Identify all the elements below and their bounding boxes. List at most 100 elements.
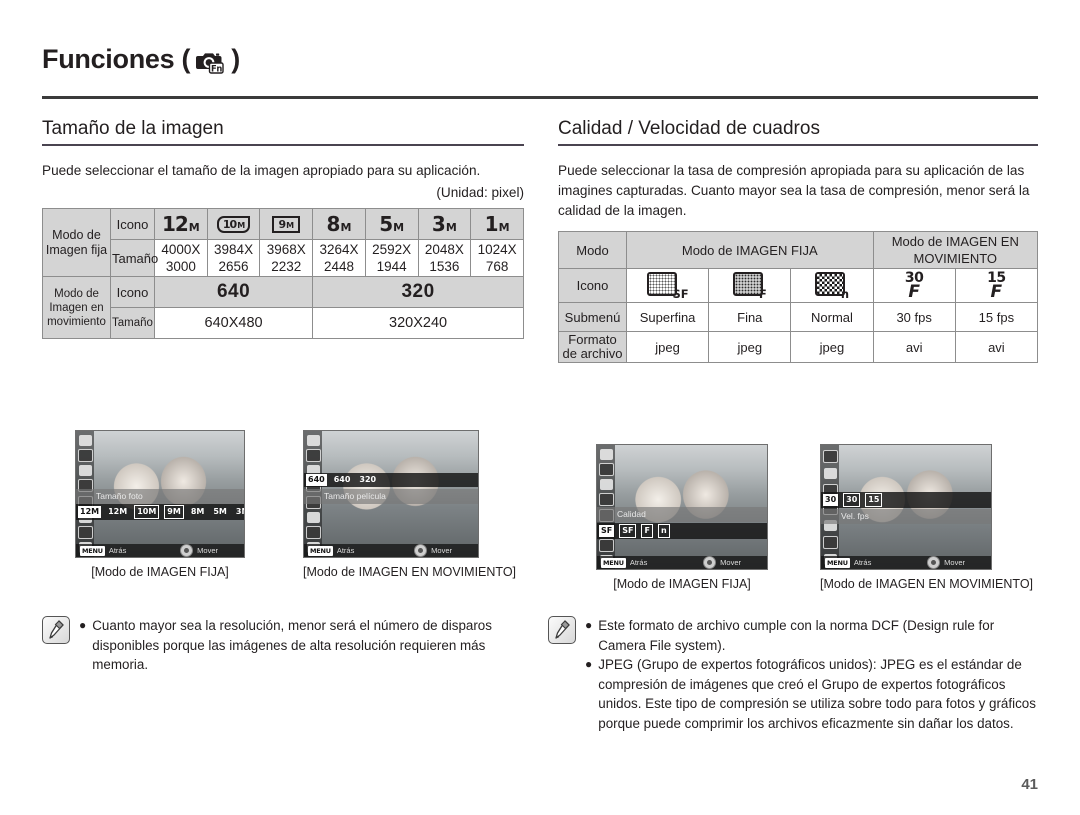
- lcd-preview-framerate: 30 30 15 Vel. fps MENU Atrás Mover: [820, 444, 992, 570]
- screenshot-framerate: 30 30 15 Vel. fps MENU Atrás Mover [Modo…: [820, 444, 1033, 591]
- menu-key-icon[interactable]: MENU: [601, 557, 626, 568]
- option-chip-9m[interactable]: 9M: [164, 505, 184, 519]
- option-chip-normal[interactable]: n: [657, 524, 670, 538]
- note-pencil-icon: [42, 616, 70, 644]
- dpad-icon[interactable]: [180, 544, 194, 557]
- bottom-hint-bar: MENU Atrás Mover: [304, 544, 478, 557]
- size-value-1m: 1024X 768: [470, 239, 524, 277]
- movie-icon-320: 320: [312, 276, 524, 308]
- file-format-normal: jpeg: [790, 331, 874, 363]
- option-chip-superfine[interactable]: SF: [619, 524, 637, 538]
- row-label-still-mode: Modo de Imagen fija: [42, 208, 111, 277]
- rail-icon-exposure: [598, 462, 614, 476]
- submenu-superfina: Superfina: [625, 302, 710, 332]
- menu-key-icon[interactable]: MENU: [80, 545, 105, 556]
- rail-icon-iso: [823, 467, 837, 479]
- page-number: 41: [1021, 776, 1038, 793]
- bullet-icon: ●: [585, 657, 593, 671]
- size-value-12m: 4000X 3000: [154, 239, 208, 277]
- table-row: Submenú Superfina Fina Normal 30 fps 15 …: [558, 302, 1039, 332]
- move-label: Mover: [431, 546, 452, 555]
- dpad-icon[interactable]: [414, 544, 428, 557]
- row-label-movie-mode: Modo de Imagen en movimiento: [42, 276, 111, 339]
- option-chip-12m-selected[interactable]: 12M: [78, 506, 102, 518]
- note-text: JPEG (Grupo de expertos fotográficos uni…: [598, 657, 1036, 731]
- option-strip: 30 30 15: [821, 492, 991, 508]
- movie-size-640: 640X480: [153, 307, 314, 339]
- caption-still-mode: [Modo de IMAGEN FIJA]: [613, 577, 751, 591]
- option-chip-640[interactable]: 640: [332, 474, 353, 486]
- quality-framerate-table: Modo Modo de IMAGEN FIJA Modo de IMAGEN …: [558, 231, 1039, 363]
- row-label-size: Tamaño: [110, 239, 158, 277]
- rail-icon-iso: [78, 465, 92, 477]
- framerate-icon-15fps: 15 F: [954, 268, 1039, 303]
- menu-title-bar: Tamaño foto: [76, 489, 244, 504]
- bottom-hint-bar: MENU Atrás Mover: [76, 544, 244, 557]
- option-chip-640-selected[interactable]: 640: [306, 474, 327, 486]
- option-chip-10m[interactable]: 10M: [134, 505, 160, 519]
- quality-icon-superfine: SF: [625, 268, 710, 303]
- submenu-15fps: 15 fps: [954, 302, 1039, 332]
- note-text: Cuanto mayor sea la resolución, menor se…: [92, 618, 492, 672]
- note-item: ● Cuanto mayor sea la resolución, menor …: [79, 616, 512, 675]
- option-chip-12m[interactable]: 12M: [106, 506, 129, 518]
- submenu-30fps: 30 fps: [872, 302, 956, 332]
- right-section-rule: [558, 144, 1038, 146]
- row-label-file-format: Formato de archivo: [558, 331, 627, 363]
- size-value-8m: 3264X 2448: [312, 239, 366, 277]
- svg-text:Fn: Fn: [211, 63, 222, 73]
- menu-key-icon[interactable]: MENU: [825, 557, 850, 568]
- option-strip: SF SF F n: [597, 523, 767, 539]
- file-format-30fps: avi: [872, 331, 956, 363]
- option-chip-30fps-selected[interactable]: 30: [823, 494, 839, 506]
- group-header-movie: Modo de IMAGEN EN MOVIMIENTO: [872, 231, 1039, 269]
- row-label-size-movie: Tamaño: [110, 307, 155, 339]
- header-rule: [42, 96, 1038, 99]
- rail-icon-metering: [305, 526, 321, 540]
- option-chip-superfine-selected[interactable]: SF: [599, 525, 615, 537]
- table-row: Modo de Imagen en movimiento Icono 640 3…: [42, 276, 524, 339]
- option-chip-15fps[interactable]: 15: [865, 493, 883, 507]
- option-chip-3m[interactable]: 3M: [234, 506, 244, 518]
- file-format-fina: jpeg: [708, 331, 792, 363]
- dpad-icon[interactable]: [703, 556, 717, 569]
- dpad-icon[interactable]: [927, 556, 941, 569]
- camera-fn-icon: Fn: [195, 50, 225, 74]
- quality-icon-normal: n: [790, 268, 874, 303]
- rail-icon-exposure: [822, 449, 838, 463]
- menu-key-icon[interactable]: MENU: [308, 545, 333, 556]
- left-section-rule: [42, 144, 524, 146]
- rail-icon-focus: [306, 511, 320, 523]
- back-label: Atrás: [629, 558, 648, 567]
- submenu-fina: Fina: [708, 302, 792, 332]
- size-icon-3m: 3M: [417, 208, 472, 240]
- lcd-preview-quality: Calidad SF SF F n MENU Atrás Mover: [596, 444, 768, 570]
- move-label: Mover: [720, 558, 741, 567]
- option-chip-30fps[interactable]: 30: [843, 493, 861, 507]
- rail-icon-home: [306, 434, 320, 446]
- row-label-icon: Icono: [558, 268, 627, 303]
- note-pencil-icon: [548, 616, 576, 644]
- group-header-still: Modo de IMAGEN FIJA: [626, 231, 874, 269]
- note-item: ● JPEG (Grupo de expertos fotográficos u…: [585, 655, 1040, 733]
- size-value-3m: 2048X 1536: [417, 239, 472, 277]
- screenshot-movie-size: 640 640 320 Tamaño película MENU Atrás M…: [303, 430, 516, 579]
- unit-note: (Unidad: pixel): [436, 185, 524, 200]
- menu-title-bar: Vel. fps: [821, 509, 991, 524]
- right-intro-text: Puede seleccionar la tasa de compresión …: [558, 163, 1030, 218]
- option-chip-320[interactable]: 320: [357, 474, 378, 486]
- bottom-hint-bar: MENU Atrás Mover: [597, 556, 767, 569]
- option-chip-fine[interactable]: F: [641, 524, 653, 538]
- back-label: Atrás: [108, 546, 127, 555]
- note-item: ● Este formato de archivo cumple con la …: [585, 616, 1040, 655]
- bullet-icon: ●: [79, 618, 87, 632]
- back-label: Atrás: [336, 546, 355, 555]
- size-icon-1m: 1M: [470, 208, 524, 240]
- table-row: Icono SF F n 30F 15F: [558, 268, 1039, 303]
- table-row: Modo de Imagen fija Icono 12 M 10 M 9M 8M …: [42, 208, 524, 277]
- right-screenshots: Calidad SF SF F n MENU Atrás Mover [Modo…: [596, 444, 1033, 591]
- left-screenshots: Tamaño foto 12M 12M 10M 9M 8M 5M 3M 1M M…: [75, 430, 516, 579]
- option-chip-5m[interactable]: 5M: [211, 506, 229, 518]
- row-label-icon-movie: Icono: [110, 276, 155, 308]
- option-chip-8m[interactable]: 8M: [189, 506, 207, 518]
